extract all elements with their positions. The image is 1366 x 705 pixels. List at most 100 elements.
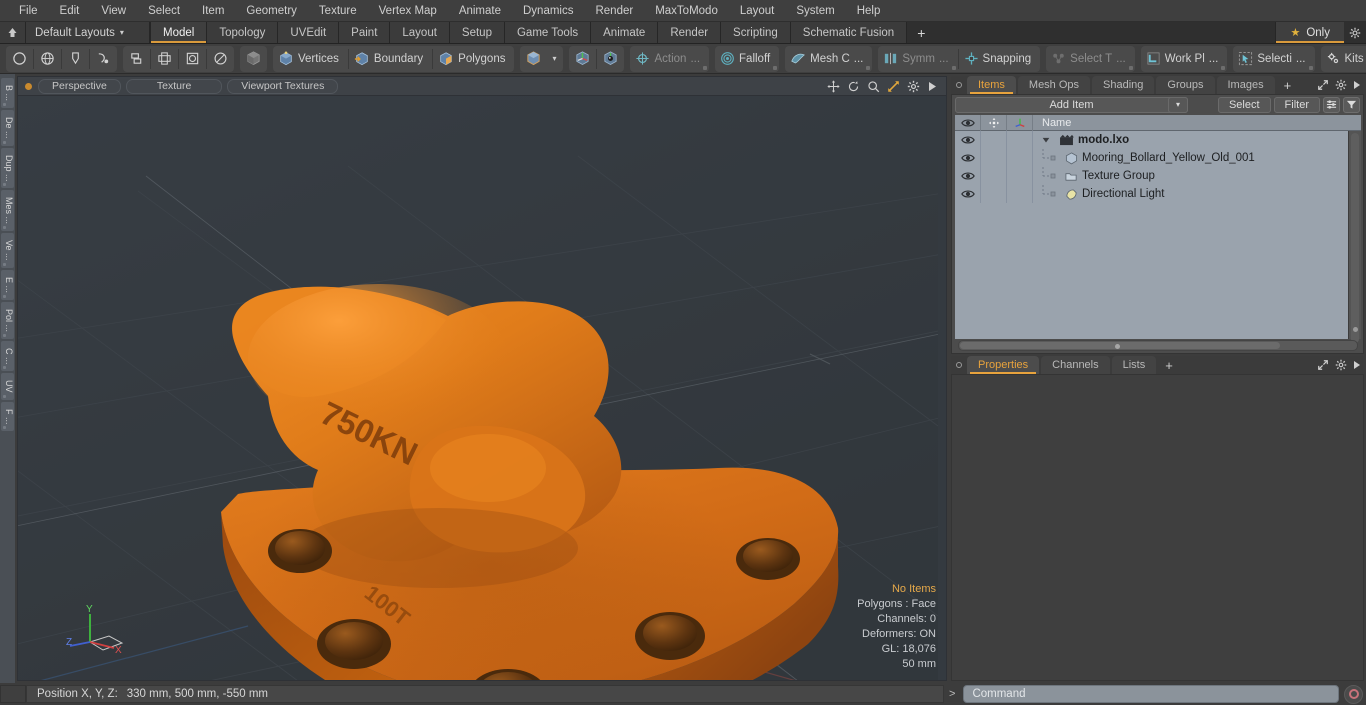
table-row[interactable]: modo.lxo bbox=[955, 131, 1348, 149]
select-button[interactable]: Select bbox=[1217, 96, 1271, 113]
menu-item-view[interactable]: View bbox=[90, 0, 137, 22]
menu-item-render[interactable]: Render bbox=[584, 0, 644, 22]
menu-item-edit[interactable]: Edit bbox=[49, 0, 91, 22]
menu-item-maxtomodo[interactable]: MaxToModo bbox=[644, 0, 729, 22]
polygons-mode-button[interactable]: Polygons bbox=[434, 47, 513, 71]
command-input[interactable]: Command bbox=[963, 685, 1339, 703]
viewport-3d[interactable]: 750KN 100T No Items Polygons: Face Chan… bbox=[17, 95, 947, 681]
curve-tool-button[interactable] bbox=[91, 47, 116, 71]
menu-item-layout[interactable]: Layout bbox=[729, 0, 786, 22]
select-through-button[interactable]: Select T ... bbox=[1047, 47, 1134, 71]
symmetry-button[interactable]: Symm ... bbox=[879, 47, 956, 71]
menu-item-help[interactable]: Help bbox=[846, 0, 892, 22]
fit-viewport-icon[interactable] bbox=[887, 80, 900, 93]
row-visibility-toggle[interactable] bbox=[955, 167, 981, 185]
left-tab-uv[interactable]: UV bbox=[1, 373, 14, 400]
row-lock-cell[interactable] bbox=[981, 167, 1007, 185]
funnel-button[interactable] bbox=[1343, 96, 1360, 113]
center-tool-button[interactable] bbox=[152, 47, 177, 71]
left-tab-vertex[interactable]: Ve ... bbox=[1, 233, 14, 268]
left-tab-mesh[interactable]: Mes ... bbox=[1, 190, 14, 232]
viewport-menu-dot[interactable] bbox=[25, 82, 32, 90]
panel-gear-icon[interactable] bbox=[1335, 359, 1347, 371]
row-axis-cell[interactable] bbox=[1007, 131, 1033, 149]
zoom-viewport-icon[interactable] bbox=[867, 80, 880, 93]
row-visibility-toggle[interactable] bbox=[955, 149, 981, 167]
panel-arrow-icon[interactable] bbox=[1353, 80, 1361, 90]
layout-tab-scripting[interactable]: Scripting bbox=[721, 22, 791, 43]
axis-center-button[interactable] bbox=[598, 47, 623, 71]
row-lock-cell[interactable] bbox=[981, 185, 1007, 203]
cube-dropdown-caret[interactable]: ▾ bbox=[546, 54, 562, 63]
add-properties-tab-button[interactable]: + bbox=[1158, 356, 1180, 374]
add-panel-tab-button[interactable]: + bbox=[1277, 76, 1299, 94]
left-tab-deform[interactable]: De ... bbox=[1, 110, 14, 146]
rotate-viewport-icon[interactable] bbox=[847, 80, 860, 93]
row-axis-cell[interactable] bbox=[1007, 149, 1033, 167]
panel-tab-channels[interactable]: Channels bbox=[1041, 356, 1110, 374]
row-name-cell[interactable]: Mooring_Bollard_Yellow_Old_001 bbox=[1033, 149, 1348, 167]
cube-dropdown-button[interactable] bbox=[521, 47, 546, 71]
globe-tool-button[interactable] bbox=[35, 47, 60, 71]
lock-move-column-header[interactable] bbox=[981, 114, 1007, 131]
snapping-button[interactable]: Snapping bbox=[960, 47, 1040, 71]
viewport-shading-button[interactable]: Texture bbox=[125, 78, 223, 94]
item-tree-horizontal-scrollbar[interactable] bbox=[958, 340, 1358, 351]
work-plane-button[interactable]: Work Pl ... bbox=[1142, 47, 1227, 71]
mesh-constraint-button[interactable]: Mesh C ... bbox=[786, 47, 871, 71]
layout-tab-game-tools[interactable]: Game Tools bbox=[504, 22, 592, 43]
home-layout-button[interactable] bbox=[0, 22, 26, 43]
selection-set-button[interactable]: Selecti ... bbox=[1234, 47, 1313, 71]
viewport-play-icon[interactable] bbox=[927, 81, 937, 92]
cube-tool-button[interactable] bbox=[241, 47, 266, 71]
layout-tab-animate[interactable]: Animate bbox=[591, 22, 659, 43]
axis-move-button[interactable] bbox=[570, 47, 595, 71]
viewport-view-button[interactable]: Perspective bbox=[38, 78, 121, 94]
boundary-mode-button[interactable]: Boundary bbox=[350, 47, 431, 71]
table-row[interactable]: Texture Group bbox=[955, 167, 1348, 185]
menu-item-dynamics[interactable]: Dynamics bbox=[512, 0, 584, 22]
left-tab-basic[interactable]: B ... bbox=[1, 78, 14, 109]
menu-item-vertex-map[interactable]: Vertex Map bbox=[368, 0, 448, 22]
action-center-button[interactable]: Action ... bbox=[631, 47, 708, 71]
square-in-square-tool-button[interactable] bbox=[180, 47, 205, 71]
stack-tool-button[interactable] bbox=[124, 47, 149, 71]
left-tab-curve[interactable]: C ... bbox=[1, 340, 14, 372]
menu-item-file[interactable]: File bbox=[8, 0, 49, 22]
menu-item-item[interactable]: Item bbox=[191, 0, 235, 22]
properties-content[interactable] bbox=[951, 374, 1364, 681]
row-name-cell[interactable]: Texture Group bbox=[1033, 167, 1348, 185]
hscrollbar-thumb[interactable] bbox=[960, 342, 1280, 349]
layout-selector[interactable]: Default Layouts ▾ bbox=[26, 22, 150, 43]
vertices-mode-button[interactable]: Vertices bbox=[274, 47, 347, 71]
panel-tab-images[interactable]: Images bbox=[1216, 76, 1275, 94]
circle-slash-tool-button[interactable] bbox=[208, 47, 233, 71]
left-tab-polygon[interactable]: Pol ... bbox=[1, 301, 14, 339]
layout-tab-uvedit[interactable]: UVEdit bbox=[278, 22, 340, 43]
row-lock-cell[interactable] bbox=[981, 149, 1007, 167]
list-options-button[interactable] bbox=[1323, 96, 1340, 113]
row-name-cell[interactable]: modo.lxo bbox=[1033, 134, 1348, 146]
pen-tool-button[interactable] bbox=[63, 47, 88, 71]
items-panel-menu-dot[interactable] bbox=[951, 76, 967, 94]
menu-item-animate[interactable]: Animate bbox=[448, 0, 512, 22]
layout-tab-schematic-fusion[interactable]: Schematic Fusion bbox=[790, 22, 908, 43]
panel-tab-shading[interactable]: Shading bbox=[1092, 76, 1155, 94]
row-name-cell[interactable]: Directional Light bbox=[1033, 185, 1348, 203]
expand-panel-icon[interactable] bbox=[1317, 359, 1329, 371]
expand-panel-icon[interactable] bbox=[1317, 79, 1329, 91]
menu-item-select[interactable]: Select bbox=[137, 0, 191, 22]
kits-button[interactable]: Kits bbox=[1322, 47, 1366, 71]
left-tab-edge[interactable]: E ... bbox=[1, 269, 14, 300]
disclosure-triangle-icon[interactable] bbox=[1041, 135, 1051, 145]
move-viewport-icon[interactable] bbox=[827, 79, 840, 93]
layout-tab-paint[interactable]: Paint bbox=[339, 22, 391, 43]
row-lock-cell[interactable] bbox=[981, 131, 1007, 149]
bollard-3d-model[interactable]: 750KN 100T bbox=[18, 96, 938, 681]
panel-tab-lists[interactable]: Lists bbox=[1111, 356, 1157, 374]
eye-column-header[interactable] bbox=[955, 114, 981, 131]
table-row[interactable]: Directional Light bbox=[955, 185, 1348, 203]
circle-tool-button[interactable] bbox=[7, 47, 32, 71]
layout-tab-setup[interactable]: Setup bbox=[449, 22, 505, 43]
table-row[interactable]: Mooring_Bollard_Yellow_Old_001 bbox=[955, 149, 1348, 167]
